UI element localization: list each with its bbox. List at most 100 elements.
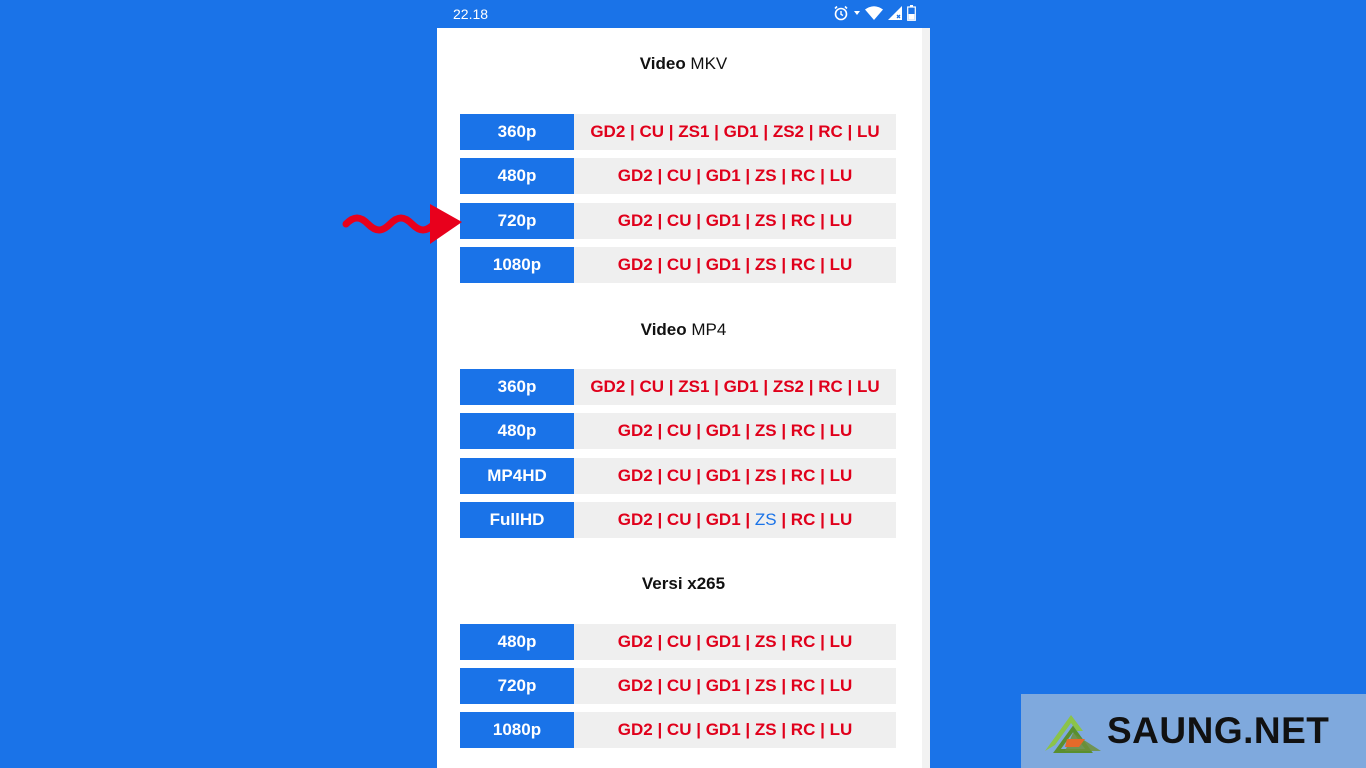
resolution-button[interactable]: FullHD xyxy=(460,502,574,538)
mirror-link-rc[interactable]: RC xyxy=(791,421,816,441)
mirror-links: GD2 | CU | GD1 | ZS | RC | LU xyxy=(574,502,896,538)
mirror-link-gd2[interactable]: GD2 xyxy=(618,166,653,186)
mirror-link-gd1[interactable]: GD1 xyxy=(724,122,759,142)
mirror-link-gd1[interactable]: GD1 xyxy=(706,510,741,530)
mirror-link-lu[interactable]: LU xyxy=(830,676,853,696)
download-row: 720p GD2 | CU | GD1 | ZS | RC | LU xyxy=(460,203,896,239)
resolution-button[interactable]: 1080p xyxy=(460,712,574,748)
mirror-link-rc[interactable]: RC xyxy=(791,466,816,486)
mirror-link-zs[interactable]: ZS xyxy=(755,466,777,486)
mirror-link-gd1[interactable]: GD1 xyxy=(706,421,741,441)
link-separator: | xyxy=(815,510,830,529)
mirror-link-zs[interactable]: ZS xyxy=(755,211,777,231)
resolution-button[interactable]: 720p xyxy=(460,668,574,704)
resolution-button[interactable]: 480p xyxy=(460,158,574,194)
mirror-link-cu[interactable]: CU xyxy=(667,166,692,186)
mirror-link-rc[interactable]: RC xyxy=(791,255,816,275)
mirror-link-lu[interactable]: LU xyxy=(830,211,853,231)
mirror-link-gd2[interactable]: GD2 xyxy=(618,421,653,441)
mirror-link-rc[interactable]: RC xyxy=(791,166,816,186)
mirror-link-gd1[interactable]: GD1 xyxy=(706,211,741,231)
resolution-button[interactable]: 360p xyxy=(460,114,574,150)
mirror-link-zs[interactable]: ZS xyxy=(755,166,777,186)
mirror-link-gd2[interactable]: GD2 xyxy=(618,632,653,652)
link-separator: | xyxy=(625,377,640,396)
link-separator: | xyxy=(776,211,791,230)
mirror-link-gd2[interactable]: GD2 xyxy=(618,255,653,275)
mirror-link-gd1[interactable]: GD1 xyxy=(706,255,741,275)
mirror-link-gd2[interactable]: GD2 xyxy=(618,211,653,231)
mirror-link-zs[interactable]: ZS xyxy=(755,510,777,530)
mirror-link-gd1[interactable]: GD1 xyxy=(706,720,741,740)
link-separator: | xyxy=(652,255,667,274)
link-separator: | xyxy=(776,632,791,651)
resolution-button[interactable]: 480p xyxy=(460,413,574,449)
mirror-link-lu[interactable]: LU xyxy=(857,122,880,142)
link-separator: | xyxy=(709,377,724,396)
mirror-link-gd2[interactable]: GD2 xyxy=(618,510,653,530)
mirror-link-cu[interactable]: CU xyxy=(667,632,692,652)
mirror-link-cu[interactable]: CU xyxy=(667,510,692,530)
link-separator: | xyxy=(815,255,830,274)
link-separator: | xyxy=(740,632,755,651)
link-separator: | xyxy=(691,510,706,529)
section-title-versi-x265: Versi x265 xyxy=(437,574,930,594)
link-separator: | xyxy=(652,166,667,185)
mirror-link-zs[interactable]: ZS xyxy=(755,255,777,275)
mirror-link-rc[interactable]: RC xyxy=(791,720,816,740)
mirror-link-lu[interactable]: LU xyxy=(857,377,880,397)
mirror-link-zs2[interactable]: ZS2 xyxy=(773,122,804,142)
mirror-link-cu[interactable]: CU xyxy=(667,720,692,740)
mirror-link-zs[interactable]: ZS xyxy=(755,720,777,740)
mirror-link-gd1[interactable]: GD1 xyxy=(706,676,741,696)
link-separator: | xyxy=(804,122,819,141)
mirror-link-lu[interactable]: LU xyxy=(830,510,853,530)
link-separator: | xyxy=(740,421,755,440)
mirror-link-rc[interactable]: RC xyxy=(818,122,843,142)
mirror-link-rc[interactable]: RC xyxy=(791,510,816,530)
data-arrow-icon xyxy=(854,11,860,15)
mirror-link-rc[interactable]: RC xyxy=(791,676,816,696)
mirror-link-gd1[interactable]: GD1 xyxy=(706,166,741,186)
mirror-link-gd1[interactable]: GD1 xyxy=(724,377,759,397)
link-separator: | xyxy=(652,510,667,529)
mirror-link-lu[interactable]: LU xyxy=(830,466,853,486)
mirror-link-rc[interactable]: RC xyxy=(818,377,843,397)
mirror-link-cu[interactable]: CU xyxy=(640,377,665,397)
mirror-link-gd2[interactable]: GD2 xyxy=(590,377,625,397)
mirror-link-rc[interactable]: RC xyxy=(791,211,816,231)
mirror-link-lu[interactable]: LU xyxy=(830,166,853,186)
mirror-link-cu[interactable]: CU xyxy=(667,421,692,441)
mirror-link-zs[interactable]: ZS xyxy=(755,632,777,652)
mirror-link-lu[interactable]: LU xyxy=(830,255,853,275)
mirror-link-zs1[interactable]: ZS1 xyxy=(678,377,709,397)
resolution-button[interactable]: 480p xyxy=(460,624,574,660)
mirror-link-cu[interactable]: CU xyxy=(667,211,692,231)
mirror-link-gd2[interactable]: GD2 xyxy=(590,122,625,142)
mirror-link-lu[interactable]: LU xyxy=(830,632,853,652)
mirror-link-gd1[interactable]: GD1 xyxy=(706,466,741,486)
mirror-link-zs[interactable]: ZS xyxy=(755,676,777,696)
mirror-links: GD2 | CU | GD1 | ZS | RC | LU xyxy=(574,458,896,494)
mirror-link-cu[interactable]: CU xyxy=(640,122,665,142)
mirror-link-zs1[interactable]: ZS1 xyxy=(678,122,709,142)
mirror-link-gd1[interactable]: GD1 xyxy=(706,632,741,652)
link-separator: | xyxy=(740,211,755,230)
resolution-button[interactable]: 1080p xyxy=(460,247,574,283)
mirror-link-lu[interactable]: LU xyxy=(830,421,853,441)
mirror-link-cu[interactable]: CU xyxy=(667,255,692,275)
resolution-button[interactable]: MP4HD xyxy=(460,458,574,494)
mirror-link-gd2[interactable]: GD2 xyxy=(618,720,653,740)
mirror-link-zs2[interactable]: ZS2 xyxy=(773,377,804,397)
mirror-link-zs[interactable]: ZS xyxy=(755,421,777,441)
mirror-link-gd2[interactable]: GD2 xyxy=(618,466,653,486)
mirror-link-gd2[interactable]: GD2 xyxy=(618,676,653,696)
mirror-link-cu[interactable]: CU xyxy=(667,676,692,696)
mirror-link-lu[interactable]: LU xyxy=(830,720,853,740)
mirror-link-cu[interactable]: CU xyxy=(667,466,692,486)
link-separator: | xyxy=(652,720,667,739)
resolution-button[interactable]: 360p xyxy=(460,369,574,405)
resolution-button[interactable]: 720p xyxy=(460,203,574,239)
link-separator: | xyxy=(625,122,640,141)
mirror-link-rc[interactable]: RC xyxy=(791,632,816,652)
